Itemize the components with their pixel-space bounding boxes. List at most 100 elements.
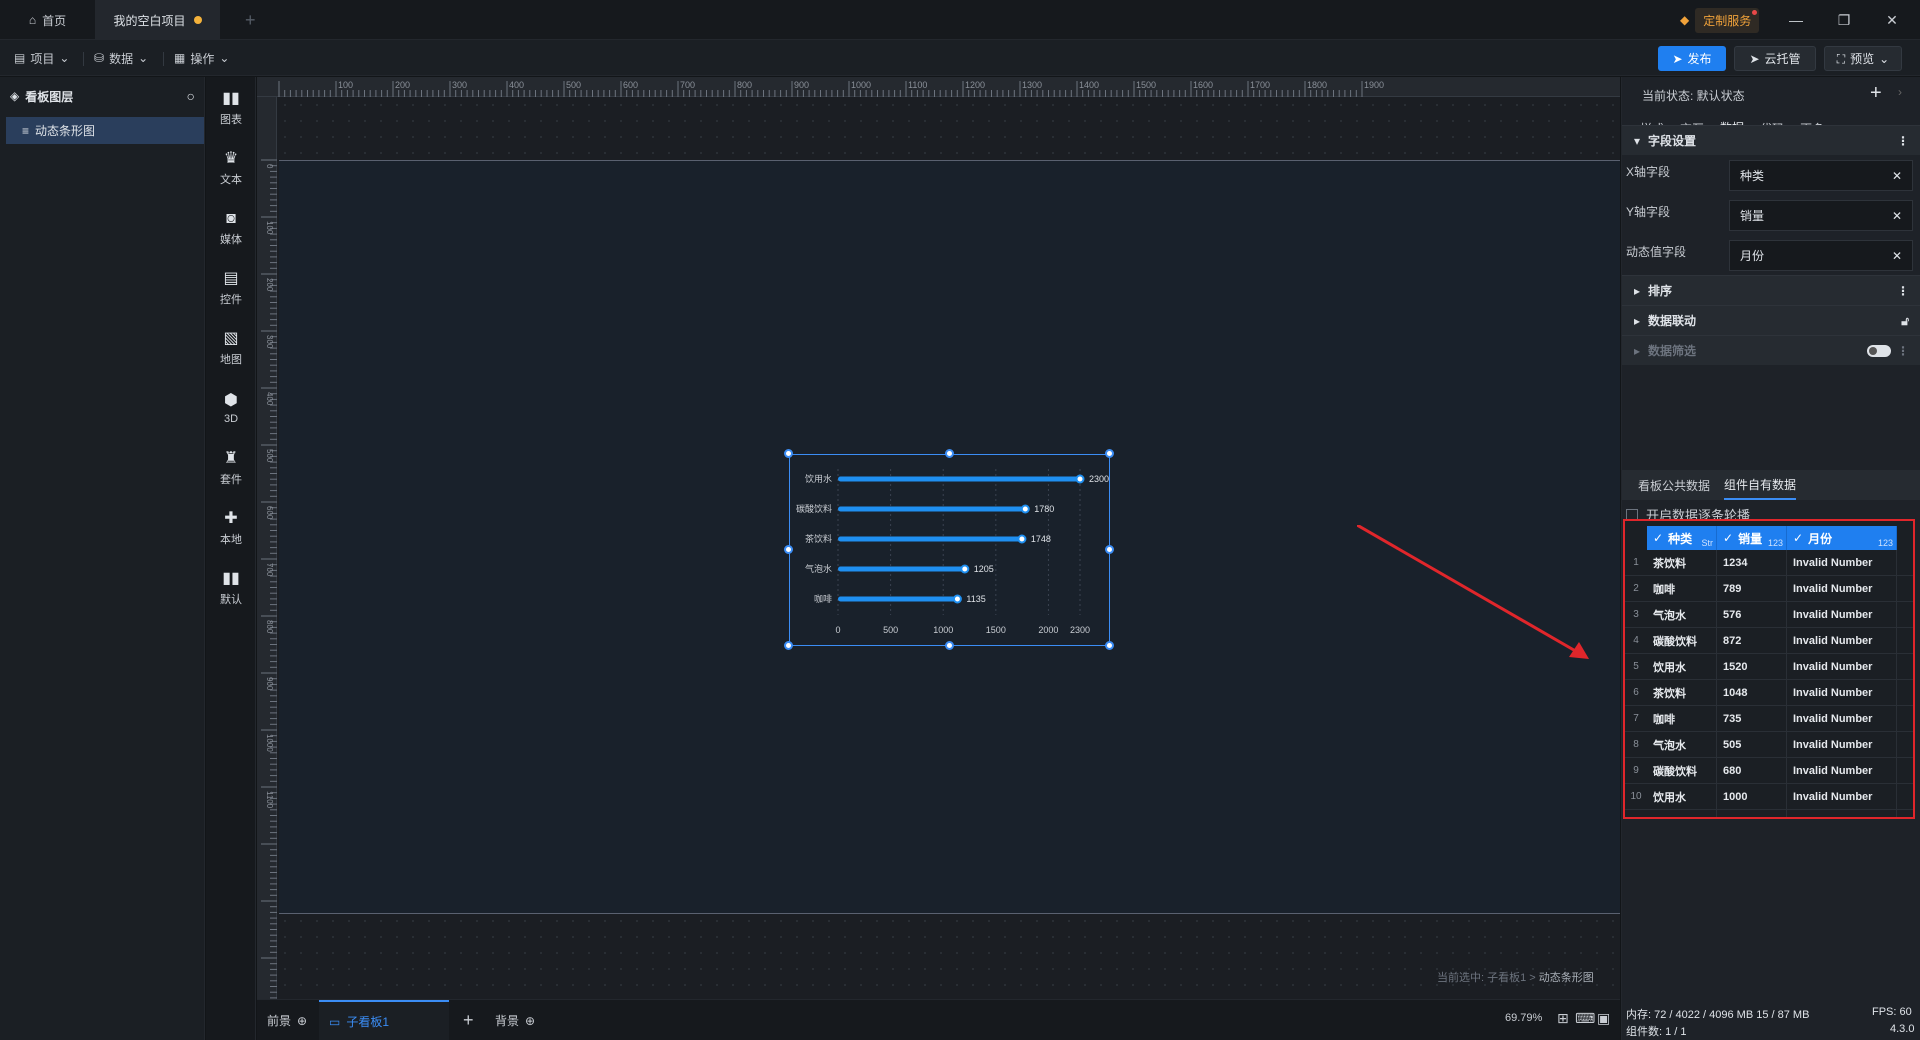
clear-icon[interactable]: ✕ [1892, 250, 1902, 262]
layer-item-dynamic-bar[interactable]: ≡ 动态条形图 [6, 117, 204, 144]
comp-control[interactable]: ▤ 控件 [206, 259, 256, 319]
resize-handle[interactable] [1105, 641, 1114, 650]
more-vertical-icon[interactable]: ⋮ [1897, 285, 1909, 297]
comp-3d[interactable]: ⬢ 3D [206, 379, 256, 439]
tab-foreground[interactable]: 前景 ⊕ [257, 1000, 317, 1040]
restore-icon[interactable]: ❐ [1824, 0, 1864, 40]
chart-value-label: 1205 [974, 564, 994, 574]
component-bar: ▮▮ 图表 ♛ 文本 ◙ 媒体 ▤ 控件 ▧ 地图 ⬢ 3D ♜ 套件 ✚ 本地… [206, 77, 256, 1040]
resize-handle[interactable] [945, 641, 954, 650]
publish-label: 发布 [1687, 52, 1712, 66]
resize-handle[interactable] [784, 545, 793, 554]
resize-handle[interactable] [1105, 449, 1114, 458]
more-vertical-icon[interactable]: ⋮ [1897, 345, 1909, 357]
chart-value-label: 1748 [1031, 534, 1051, 544]
ruler-label: 1500 [1136, 80, 1156, 90]
chart-bar[interactable] [838, 596, 958, 602]
menu-data[interactable]: ⛁ 数据 ⌄ [86, 46, 156, 70]
breadcrumb-item[interactable]: 动态条形图 [1539, 972, 1594, 984]
preview-button[interactable]: ⛶ 预览 ⌄ [1824, 46, 1902, 71]
tab-home[interactable]: ⌂ 首页 [0, 0, 95, 40]
clear-icon[interactable]: ✕ [1892, 170, 1902, 182]
ruler-label: 1600 [1193, 80, 1213, 90]
publish-button[interactable]: ➤ 发布 [1658, 46, 1726, 71]
clear-icon[interactable]: ✕ [1892, 210, 1902, 222]
chart-value-label: 1780 [1034, 504, 1054, 514]
bar-chart[interactable]: 0 500 1000 1500 2000 2300 饮用水 2300 碳酸饮料 1780 茶饮料 17… [790, 455, 1111, 647]
terminal-icon[interactable]: ▣ [1597, 1010, 1610, 1027]
section-field-settings[interactable]: ▾ 字段设置 ⋮ [1622, 125, 1920, 155]
annotation-arrow [1357, 525, 1589, 659]
add-tab-icon[interactable]: + [245, 10, 256, 31]
selected-component[interactable]: 0 500 1000 1500 2000 2300 饮用水 2300 碳酸饮料 1780 茶饮料 17… [789, 454, 1110, 646]
layer-panel-title: 看板图层 [25, 89, 74, 104]
breadcrumb-prefix: 当前选中: 子看板1 > [1437, 972, 1536, 984]
ruler-label: 1100 [265, 791, 274, 809]
menu-project[interactable]: ▤ 项目 ⌄ [6, 46, 77, 70]
add-state-icon[interactable]: + [1870, 82, 1882, 105]
chart-bar[interactable] [838, 476, 1080, 482]
sub-board-label: 子看板1 [346, 1015, 390, 1029]
tab-board-public-data[interactable]: 看板公共数据 [1638, 470, 1710, 500]
dynamic-field-input[interactable]: 月份 ✕ [1729, 240, 1913, 271]
comp-control-label: 控件 [220, 294, 242, 306]
ruler-top-ticks: 100 200 300 400 500 600 700 800 900 1000 1100 1200 1… [278, 80, 1384, 97]
keyboard-icon[interactable]: ⌨ [1575, 1010, 1595, 1027]
filter-toggle[interactable] [1867, 344, 1891, 357]
fit-screen-icon[interactable]: ⊞ [1557, 1010, 1569, 1027]
ruler-label: 300 [265, 335, 274, 349]
grid-icon: ▦ [174, 51, 186, 65]
y-field-value: 销量 [1740, 209, 1765, 223]
zoom-level[interactable]: 69.79% [1505, 1012, 1542, 1024]
tab-sub-board[interactable]: ▭ 子看板1 [319, 1000, 449, 1040]
menu-operation[interactable]: ▦ 操作 ⌄ [166, 46, 237, 70]
add-circle-icon[interactable]: ⊕ [525, 1015, 535, 1027]
dynamic-field-label: 动态值字段 [1626, 245, 1687, 259]
comp-default-label: 默认 [220, 594, 242, 606]
section-data-filter[interactable]: ▸ 数据筛选 ⋮ [1622, 335, 1920, 365]
chart-bar[interactable] [838, 536, 1022, 542]
ruler-label: 0 [265, 164, 274, 169]
resize-handle[interactable] [945, 449, 954, 458]
x-field-input[interactable]: 种类 ✕ [1729, 160, 1913, 191]
custom-service-button[interactable]: ◆ 定制服务 [1680, 7, 1760, 33]
tab-project[interactable]: 我的空白项目 [95, 0, 220, 40]
selection-breadcrumb: 当前选中: 子看板1 > 动态条形图 [1437, 969, 1594, 985]
section-sort[interactable]: ▸ 排序 ⋮ [1622, 275, 1920, 305]
chart-bar[interactable] [838, 566, 965, 572]
y-field-input[interactable]: 销量 ✕ [1729, 200, 1913, 231]
sort-title: 排序 [1648, 284, 1673, 298]
close-icon[interactable]: ✕ [1872, 0, 1912, 40]
project-tab-label: 我的空白项目 [113, 13, 186, 28]
resize-handle[interactable] [784, 449, 793, 458]
chart-bar[interactable] [838, 506, 1026, 512]
section-data-linkage[interactable]: ▸ 数据联动 🔓︎ [1622, 305, 1920, 335]
crown-icon: ♛ [223, 150, 239, 167]
ruler-label: 1000 [851, 80, 871, 90]
more-vertical-icon[interactable]: ⋮ [1897, 135, 1909, 147]
chevron-right-icon[interactable]: › [1898, 85, 1902, 99]
comp-map[interactable]: ▧ 地图 [206, 319, 256, 379]
cloud-hosting-button[interactable]: ➤ 云托管 [1734, 46, 1816, 71]
canvas-area[interactable]: 100 200 300 400 500 600 700 800 900 1000 1100 1200 1… [257, 77, 1620, 999]
comp-text-label: 文本 [220, 174, 242, 186]
comp-text[interactable]: ♛ 文本 [206, 139, 256, 199]
tab-background[interactable]: 背景 ⊕ [485, 1000, 545, 1040]
tab-component-own-data[interactable]: 组件自有数据 [1724, 470, 1797, 500]
comp-kit[interactable]: ♜ 套件 [206, 439, 256, 499]
foreground-label: 前景 [267, 1014, 292, 1028]
comp-chart[interactable]: ▮▮ 图表 [206, 79, 256, 139]
custom-service-label: 定制服务 [1695, 7, 1760, 33]
caret-right-icon: ▸ [1634, 343, 1641, 358]
resize-handle[interactable] [784, 641, 793, 650]
comp-default[interactable]: ▮▮ 默认 [206, 559, 256, 619]
search-icon[interactable]: ○ [187, 89, 195, 103]
add-board-icon[interactable]: + [453, 1000, 484, 1040]
add-circle-icon[interactable]: ⊕ [297, 1015, 307, 1027]
comp-media[interactable]: ◙ 媒体 [206, 199, 256, 259]
resize-handle[interactable] [1105, 545, 1114, 554]
ruler-left[interactable]: 0 100 200 300 400 500 600 700 800 900 1000 1100 [257, 97, 277, 999]
ruler-top[interactable]: 100 200 300 400 500 600 700 800 900 1000 1100 1200 1… [257, 77, 1620, 97]
comp-local[interactable]: ✚ 本地 [206, 499, 256, 559]
minimize-icon[interactable]: — [1776, 0, 1816, 40]
